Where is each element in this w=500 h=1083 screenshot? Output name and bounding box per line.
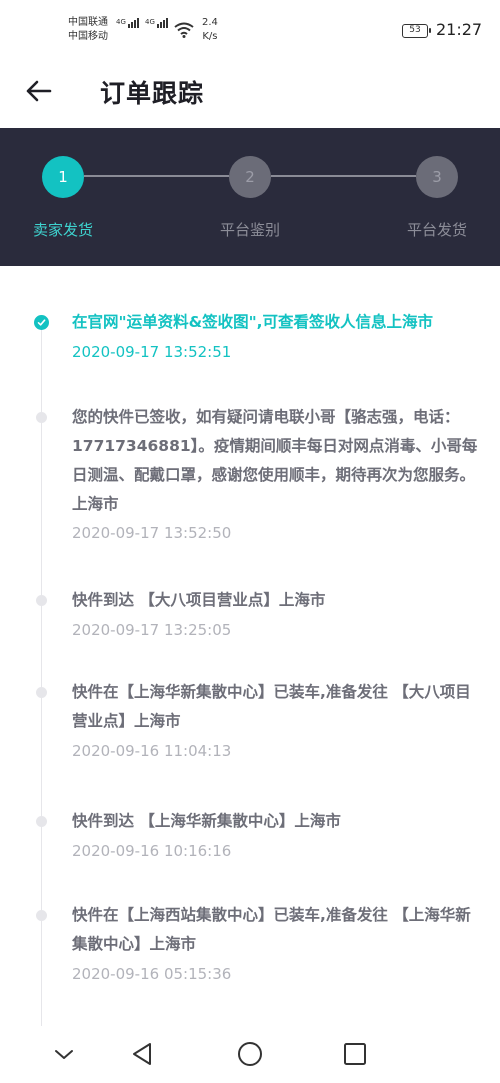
event-time: 2020-09-17 13:52:50 bbox=[72, 524, 232, 542]
event-time: 2020-09-16 10:16:16 bbox=[72, 842, 232, 860]
event-time: 2020-09-16 05:15:36 bbox=[72, 965, 232, 983]
check-circle-icon bbox=[34, 315, 49, 330]
signal-icon-2: 4G bbox=[145, 18, 168, 28]
page-title: 订单跟踪 bbox=[100, 79, 205, 108]
system-nav-bar bbox=[0, 1026, 500, 1083]
square-recent-icon bbox=[344, 1043, 366, 1065]
timeline-dot-icon bbox=[36, 816, 47, 827]
chevron-down-icon bbox=[55, 1050, 73, 1059]
carrier-1: 中国联通 bbox=[68, 17, 108, 28]
wifi-icon bbox=[174, 22, 194, 38]
battery-icon: 53 bbox=[402, 24, 431, 38]
step-2-label: 平台鉴别 bbox=[219, 221, 280, 239]
tracking-timeline: 在官网"运单资料&签收图",可查看签收人信息上海市 2020-09-17 13:… bbox=[0, 266, 500, 1026]
status-clock: 21:27 bbox=[436, 20, 483, 39]
event-description: 快件在【上海华新集散中心】已装车,准备发往 【大八项目营业点】上海市 bbox=[72, 683, 471, 730]
timeline-dot-icon bbox=[36, 910, 47, 921]
timeline-dot-icon bbox=[36, 687, 47, 698]
event-time: 2020-09-17 13:25:05 bbox=[72, 621, 232, 639]
step-1-label: 卖家发货 bbox=[32, 221, 93, 239]
carrier-info: 中国联通 中国移动 bbox=[68, 16, 108, 44]
carrier-2: 中国移动 bbox=[68, 31, 108, 42]
event-description: 在官网"运单资料&签收图",可查看签收人信息上海市 bbox=[72, 313, 434, 331]
event-description: 快件到达 【大八项目营业点】上海市 bbox=[72, 591, 326, 609]
event-time: 2020-09-17 13:52:51 bbox=[72, 343, 232, 361]
triangle-back-icon bbox=[133, 1043, 151, 1065]
nav-recent-button[interactable] bbox=[341, 1040, 369, 1068]
signal-icon-1: 4G bbox=[116, 18, 139, 28]
circle-home-icon bbox=[238, 1042, 262, 1066]
arrow-left-icon bbox=[26, 80, 52, 102]
nav-home-button[interactable] bbox=[236, 1040, 264, 1068]
step-2-circle: 2 bbox=[229, 156, 271, 198]
event-description: 您的快件已签收，如有疑问请电联小哥【骆志强，电话：17717346881】。疫情… bbox=[72, 408, 478, 513]
network-speed: 2.4 K/s bbox=[202, 17, 218, 42]
event-description: 快件在【上海西站集散中心】已装车,准备发往 【上海华新集散中心】上海市 bbox=[72, 906, 471, 953]
step-connector-2 bbox=[271, 175, 416, 177]
step-1-circle: 1 bbox=[42, 156, 84, 198]
status-bar: 中国联通 中国移动 4G 4G 2.4 K/s 53 21:27 bbox=[0, 0, 500, 60]
step-3-label: 平台发货 bbox=[406, 221, 467, 239]
back-button[interactable] bbox=[24, 76, 54, 106]
timeline-dot-icon bbox=[36, 595, 47, 606]
timeline-dot-icon bbox=[36, 412, 47, 423]
step-connector-1 bbox=[84, 175, 229, 177]
nav-back-button[interactable] bbox=[129, 1040, 157, 1068]
step-3-circle: 3 bbox=[416, 156, 458, 198]
progress-stepper: 1 2 3 卖家发货 平台鉴别 平台发货 bbox=[0, 128, 500, 266]
event-time: 2020-09-16 11:04:13 bbox=[72, 742, 232, 760]
event-description: 快件到达 【上海华新集散中心】上海市 bbox=[72, 812, 341, 830]
nav-collapse-button[interactable] bbox=[50, 1040, 78, 1068]
page-header: 订单跟踪 bbox=[0, 60, 500, 128]
